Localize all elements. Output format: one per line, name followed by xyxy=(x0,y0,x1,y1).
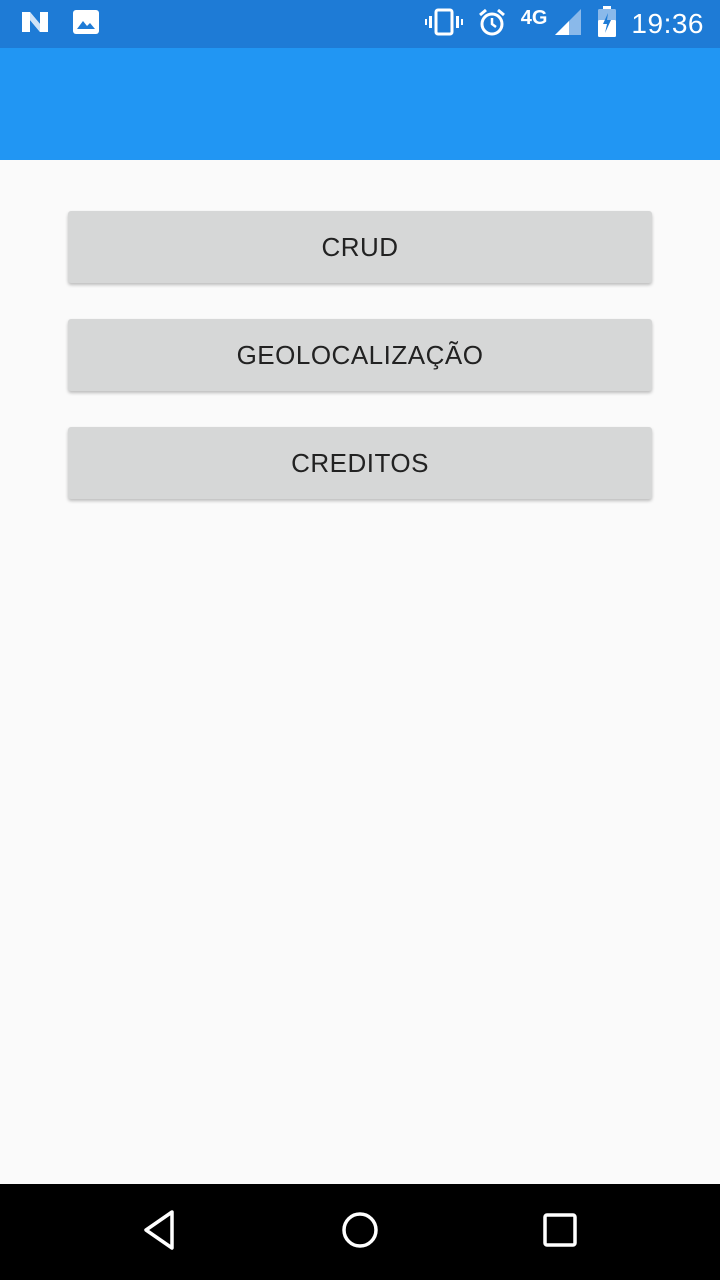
vibrate-icon xyxy=(424,8,463,41)
status-time: 19:36 xyxy=(631,8,704,39)
battery-charging-icon xyxy=(597,5,617,43)
navigation-bar xyxy=(0,1184,720,1280)
network-type-label: 4G xyxy=(520,6,548,29)
creditos-button[interactable]: CREDITOS xyxy=(68,427,652,499)
alarm-icon xyxy=(477,7,507,42)
status-right-icons: 4G 19:36 xyxy=(411,5,704,43)
image-icon xyxy=(72,9,100,40)
recents-icon xyxy=(540,1210,580,1255)
back-icon xyxy=(140,1208,180,1257)
home-icon xyxy=(338,1208,382,1257)
status-left-icons xyxy=(20,9,122,40)
crud-button[interactable]: CRUD xyxy=(68,211,652,283)
notification-n-icon xyxy=(20,9,50,40)
status-bar: 4G 19:36 xyxy=(0,0,720,48)
app-bar xyxy=(0,48,720,160)
geolocalizacao-button[interactable]: GEOLOCALIZAÇÃO xyxy=(68,319,652,391)
back-button[interactable] xyxy=(136,1208,184,1256)
main-content: CRUD GEOLOCALIZAÇÃO CREDITOS xyxy=(0,160,720,1184)
signal-icon xyxy=(553,7,583,42)
recents-button[interactable] xyxy=(536,1208,584,1256)
home-button[interactable] xyxy=(336,1208,384,1256)
